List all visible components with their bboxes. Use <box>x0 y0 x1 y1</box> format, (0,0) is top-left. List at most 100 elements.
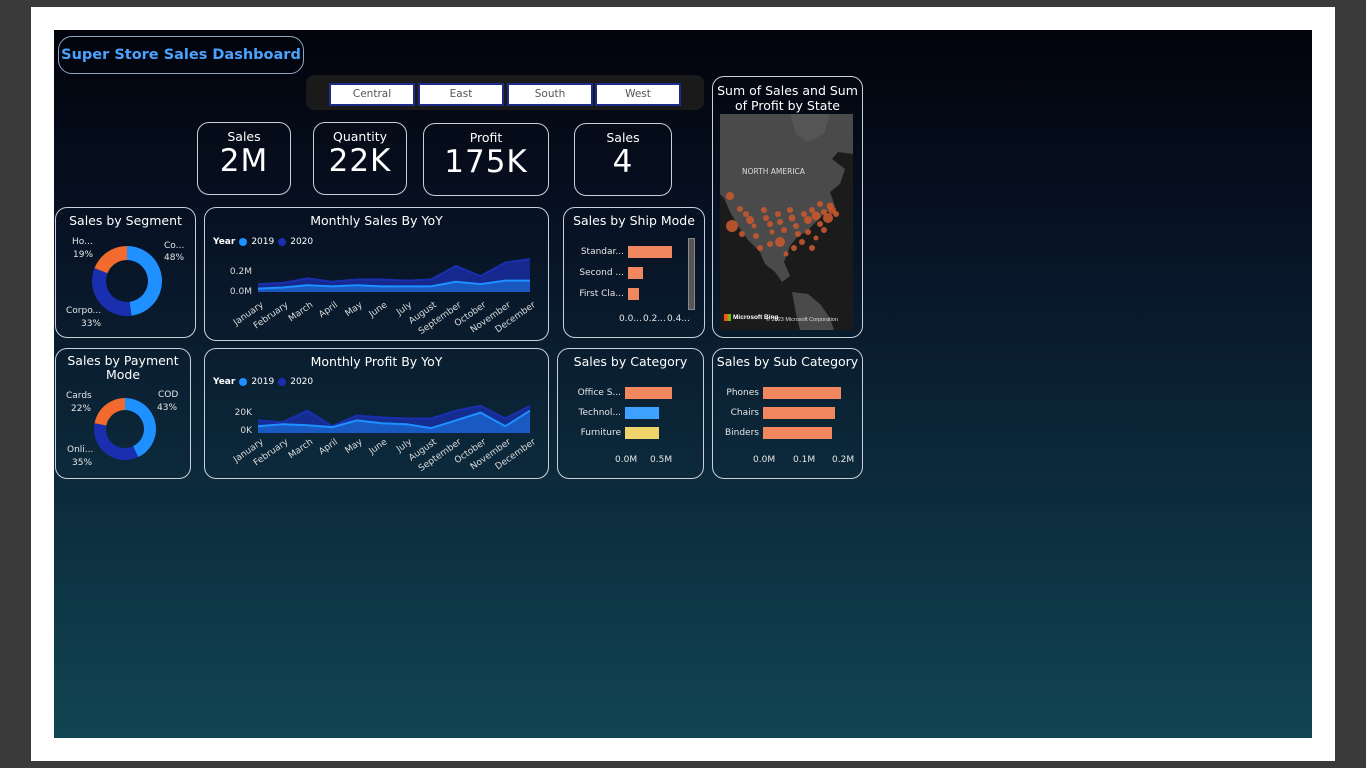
map-bubble <box>777 219 783 225</box>
payment-pct-cod: 43% <box>157 403 178 413</box>
map-bubble <box>787 207 793 213</box>
bar-second[interactable] <box>628 267 643 279</box>
map-bubble <box>726 220 738 232</box>
map-landmass <box>720 114 853 282</box>
map-canvas[interactable]: NORTH AMERICA Microsoft Bing © 2023 Micr… <box>720 114 853 330</box>
monthly-sales-card[interactable]: Monthly Sales By YoY Year 2019 2020 0.2M… <box>204 207 549 341</box>
kpi-card-quantity[interactable]: Quantity 22K <box>313 122 407 195</box>
map-bubble <box>743 211 749 217</box>
category-card[interactable]: Sales by Category Office S... Technol... F… <box>557 348 704 479</box>
x-tick-label: 0.0M <box>615 455 638 465</box>
segment-pct-home-office: 19% <box>73 250 94 260</box>
x-tick-label: April <box>317 437 340 457</box>
map-bubble <box>761 207 767 213</box>
bar-first-cla[interactable] <box>628 288 639 300</box>
map-bubble <box>775 211 781 217</box>
y-tick-label: 0.0M <box>230 287 252 297</box>
map-bubble <box>769 229 775 235</box>
x-tick-label: May <box>344 300 366 319</box>
map-bubble <box>739 231 745 237</box>
donut-slice-online <box>94 423 139 460</box>
kpi-label: Profit <box>469 130 503 145</box>
bar-phones[interactable] <box>763 387 842 399</box>
category-title: Sales by Category <box>573 354 688 369</box>
region-slicer: Central East South West <box>306 75 704 110</box>
map-bubble <box>775 237 785 247</box>
dashboard-canvas: Super Store Sales Dashboard Central East… <box>54 30 1312 738</box>
x-tick-label: June <box>367 300 390 320</box>
map-bubble <box>757 245 763 251</box>
segment-donut <box>92 246 162 316</box>
bar-chairs[interactable] <box>763 407 836 419</box>
kpi-value: 4 <box>612 144 634 180</box>
ship-mode-scrollbar[interactable] <box>688 238 695 310</box>
x-tick-label: 0.4... <box>667 314 690 324</box>
map-bubble <box>804 216 812 224</box>
ship-mode-card[interactable]: Sales by Ship Mode Standar... Second ... F… <box>563 207 705 338</box>
map-bubble <box>767 221 773 227</box>
dashboard-title: Super Store Sales Dashboard <box>61 47 301 63</box>
slicer-option-east[interactable]: East <box>418 83 504 106</box>
map-bubble <box>795 231 801 237</box>
x-tick-label: June <box>367 437 390 457</box>
map-bubble <box>763 215 769 221</box>
map-bubble <box>751 223 757 229</box>
kpi-card-sales[interactable]: Sales 2M <box>197 122 291 195</box>
kpi-value: 175K <box>444 144 528 180</box>
kpi-card-sales-count[interactable]: Sales 4 <box>574 123 672 196</box>
payment-donut-card[interactable]: Sales by Payment Mode COD 43% Onli... 35… <box>55 348 191 479</box>
bar-label: Standar... <box>580 247 624 257</box>
x-tick-label: 0.0M <box>753 455 776 465</box>
bar-label: Furniture <box>580 428 621 438</box>
map-svg: NORTH AMERICA <box>720 114 853 330</box>
map-bubble <box>811 211 821 221</box>
payment-pct-online: 35% <box>72 458 93 468</box>
map-continent-label: NORTH AMERICA <box>742 167 806 176</box>
kpi-label: Sales <box>606 130 640 145</box>
bar-binders[interactable] <box>763 427 833 439</box>
bar-label: Binders <box>724 428 759 438</box>
monthly-sales-area-chart: 0.2M0.0MJanuaryFebruaryMarch April May June… <box>230 258 538 337</box>
dashboard-title-card: Super Store Sales Dashboard <box>58 36 304 74</box>
map-bubble <box>817 221 823 227</box>
map-bubble <box>823 213 833 223</box>
map-bubble <box>801 211 807 217</box>
map-title-line2: of Profit by State <box>735 98 840 113</box>
segment-donut-card[interactable]: Sales by Segment Co... 48% Corpo... 33% … <box>55 207 196 338</box>
x-tick-label: 0.0... <box>619 314 642 324</box>
map-bubble <box>833 211 839 217</box>
x-tick-label: 0.5M <box>650 455 673 465</box>
x-tick-label: 0.2M <box>832 455 855 465</box>
donut-slice-home-office <box>94 246 127 274</box>
microsoft-logo-icon <box>724 314 731 321</box>
kpi-value: 2M <box>219 143 269 179</box>
x-tick-label: March <box>287 300 315 324</box>
map-bubble <box>821 227 827 233</box>
y-tick-label: 0.2M <box>230 267 252 277</box>
payment-label-online: Onli... <box>67 445 94 455</box>
x-tick-label: April <box>317 300 340 320</box>
bar-label: Phones <box>726 388 759 398</box>
bar-standar[interactable] <box>628 246 673 258</box>
bar-furniture[interactable] <box>625 427 659 439</box>
slicer-option-south[interactable]: South <box>507 83 593 106</box>
kpi-card-profit[interactable]: Profit 175K <box>423 123 549 196</box>
map-bubble <box>788 214 796 222</box>
map-bubble <box>805 229 811 235</box>
sub-category-card[interactable]: Sales by Sub Category Phones Chairs Binder… <box>712 348 863 479</box>
monthly-profit-card[interactable]: Monthly Profit By YoY Year 2019 2020 20K… <box>204 348 549 479</box>
x-tick-label: March <box>287 437 315 461</box>
ship-mode-title: Sales by Ship Mode <box>573 213 695 228</box>
map-bubble <box>737 206 743 212</box>
bar-office-s[interactable] <box>625 387 672 399</box>
segment-label-home-office: Ho... <box>72 237 93 247</box>
sub-category-title: Sales by Sub Category <box>716 354 859 369</box>
map-card[interactable]: Sum of Sales and Sum of Profit by State … <box>712 76 863 338</box>
monthly-profit-area-chart: 20K0KJanuaryFebruaryMarch April May June Jul… <box>231 404 538 474</box>
segment-label-corporate: Corpo... <box>66 306 102 316</box>
x-tick-label: 0.1M <box>793 455 816 465</box>
bar-technol[interactable] <box>625 407 660 419</box>
slicer-option-west[interactable]: West <box>595 83 681 106</box>
payment-label-cod: COD <box>158 390 179 400</box>
slicer-option-central[interactable]: Central <box>329 83 415 106</box>
